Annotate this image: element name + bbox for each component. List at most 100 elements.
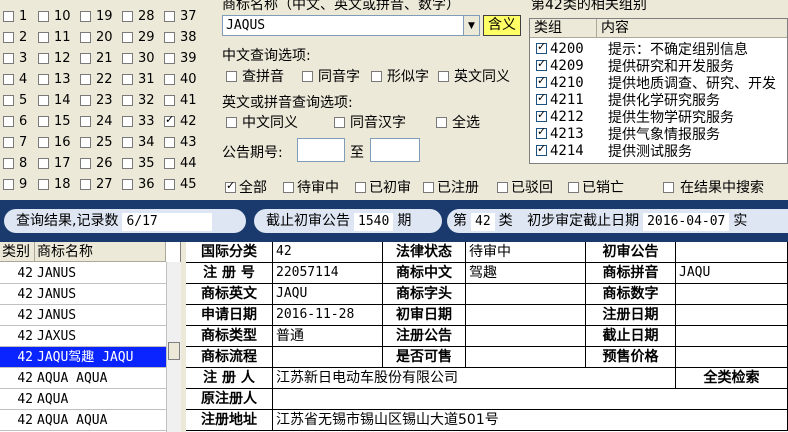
checkbox[interactable] (122, 52, 133, 64)
checkbox[interactable] (3, 10, 14, 22)
result-row[interactable]: 42 AQUA (0, 389, 166, 410)
checkbox-checked[interactable] (225, 179, 236, 193)
checkbox[interactable] (80, 10, 91, 22)
issue-to-input[interactable] (370, 138, 420, 162)
class-checkbox-28[interactable]: 28 (122, 7, 155, 25)
option-cn-options-2[interactable]: 形似字 (371, 67, 429, 85)
class-checkbox-20[interactable]: 20 (80, 28, 113, 46)
class-checkbox-27[interactable]: 27 (80, 175, 113, 193)
checkbox[interactable] (3, 94, 14, 106)
group-header-code[interactable]: 类组 (530, 19, 597, 38)
checkbox-checked[interactable] (164, 113, 175, 127)
scroll-thumb[interactable] (168, 342, 180, 360)
class-checkbox-23[interactable]: 23 (80, 91, 113, 109)
group-row[interactable]: 4214 提供测试服务 (530, 142, 787, 160)
checkbox[interactable] (3, 31, 14, 43)
group-row[interactable]: 4213提供气象情报服务 (530, 125, 787, 143)
class-checkbox-19[interactable]: 19 (80, 7, 113, 25)
class-checkbox-1[interactable]: 1 (3, 7, 27, 25)
checkbox[interactable] (38, 10, 49, 22)
class-checkbox-7[interactable]: 7 (3, 133, 27, 151)
class-checkbox-42[interactable]: 42 (164, 112, 197, 130)
checkbox[interactable] (80, 52, 91, 64)
class-checkbox-43[interactable]: 43 (164, 133, 197, 151)
checkbox[interactable] (164, 52, 175, 64)
class-checkbox-34[interactable]: 34 (122, 133, 155, 151)
option-en-options-2[interactable]: 全选 (436, 113, 480, 131)
class-checkbox-37[interactable]: 37 (164, 7, 197, 25)
checkbox[interactable] (38, 73, 49, 85)
checkbox[interactable] (164, 157, 175, 169)
result-row[interactable]: 42 JANUS (0, 305, 166, 326)
checkbox[interactable] (38, 94, 49, 106)
filter-5[interactable]: 已销亡 (568, 177, 624, 197)
class-checkbox-11[interactable]: 11 (38, 28, 71, 46)
checkbox[interactable] (122, 136, 133, 148)
class-checkbox-5[interactable]: 5 (3, 91, 27, 109)
result-row[interactable]: 42 AQUA AQUA (0, 368, 166, 389)
checkbox-checked[interactable] (536, 125, 547, 139)
class-checkbox-26[interactable]: 26 (80, 154, 113, 172)
chevron-down-icon[interactable]: ▼ (463, 16, 479, 35)
class-checkbox-31[interactable]: 31 (122, 70, 155, 88)
checkbox[interactable] (38, 178, 49, 190)
checkbox[interactable] (164, 31, 175, 43)
checkbox[interactable] (80, 136, 91, 148)
checkbox[interactable] (164, 73, 175, 85)
class-checkbox-15[interactable]: 15 (38, 112, 71, 130)
filter-2[interactable]: 已初审 (355, 177, 411, 197)
checkbox-checked[interactable] (536, 91, 547, 105)
checkbox[interactable] (38, 115, 49, 127)
contains-button[interactable]: 含义 (483, 15, 521, 36)
checkbox[interactable] (283, 181, 294, 193)
checkbox[interactable] (3, 52, 14, 64)
checkbox[interactable] (122, 115, 133, 127)
class-checkbox-45[interactable]: 45 (164, 175, 197, 193)
checkbox[interactable] (80, 31, 91, 43)
checkbox[interactable] (80, 73, 91, 85)
checkbox[interactable] (122, 178, 133, 190)
filter-0[interactable]: 全部 (225, 177, 267, 197)
checkbox[interactable] (122, 73, 133, 85)
results-header-name[interactable]: 商标名称 (35, 242, 166, 262)
class-checkbox-14[interactable]: 14 (38, 91, 71, 109)
checkbox[interactable] (3, 157, 14, 169)
class-checkbox-12[interactable]: 12 (38, 49, 71, 67)
class-checkbox-24[interactable]: 24 (80, 112, 113, 130)
filter-3[interactable]: 已注册 (423, 177, 479, 197)
checkbox[interactable] (80, 94, 91, 106)
checkbox[interactable] (302, 70, 313, 82)
checkbox[interactable] (122, 31, 133, 43)
class-checkbox-44[interactable]: 44 (164, 154, 197, 172)
class-checkbox-13[interactable]: 13 (38, 70, 71, 88)
class-checkbox-8[interactable]: 8 (3, 154, 27, 172)
class-checkbox-9[interactable]: 9 (3, 175, 27, 193)
result-row[interactable]: 42 JANUS (0, 284, 166, 305)
issue-from-input[interactable] (297, 138, 345, 162)
class-checkbox-33[interactable]: 33 (122, 112, 155, 130)
option-en-options-1[interactable]: 同音汉字 (334, 113, 406, 131)
checkbox-checked[interactable] (536, 74, 547, 88)
class-checkbox-22[interactable]: 22 (80, 70, 113, 88)
checkbox[interactable] (80, 115, 91, 127)
class-checkbox-16[interactable]: 16 (38, 133, 71, 151)
checkbox[interactable] (164, 10, 175, 22)
group-row[interactable]: 4200提示：不确定组别信息 (530, 40, 787, 58)
checkbox[interactable] (164, 178, 175, 190)
class-checkbox-10[interactable]: 10 (38, 7, 71, 25)
group-row[interactable]: 4209提供研究和开发服务 (530, 57, 787, 75)
results-list[interactable]: 类别 商标名称 42 JANUS 42 JANUS 42 JANUS 42 JAXUS 42 JA… (0, 242, 181, 432)
checkbox[interactable] (497, 181, 508, 193)
group-row[interactable]: 4210提供地质调查、研究、开发 (530, 74, 787, 92)
checkbox[interactable] (122, 94, 133, 106)
group-row[interactable]: 4212提供生物学研究服务 (530, 108, 787, 126)
name-combobox[interactable]: JAQUS ▼ (222, 15, 480, 36)
class-checkbox-21[interactable]: 21 (80, 49, 113, 67)
class-checkbox-41[interactable]: 41 (164, 91, 197, 109)
class-checkbox-6[interactable]: 6 (3, 112, 27, 130)
checkbox[interactable] (423, 181, 434, 193)
results-scrollbar[interactable] (166, 262, 181, 432)
group-list[interactable]: 类组 内容 4200提示：不确定组别信息4209提供研究和开发服务4210提供地… (529, 18, 788, 164)
checkbox-checked[interactable] (536, 40, 547, 54)
checkbox[interactable] (355, 181, 366, 193)
